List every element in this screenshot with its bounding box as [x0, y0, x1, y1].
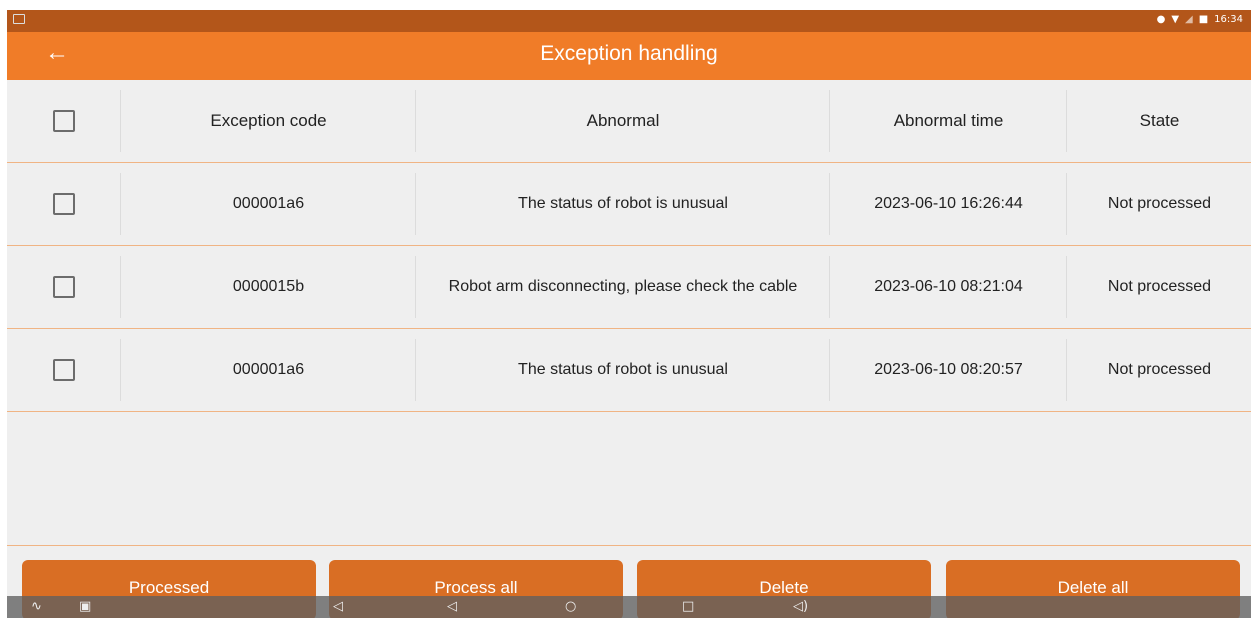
row-checkbox[interactable] [52, 359, 75, 381]
volume-up-icon[interactable]: ◁) [793, 598, 808, 616]
abnormal-description: The status of robot is unusual [415, 339, 830, 401]
page-title: Exception handling [540, 42, 718, 65]
header-abnormal: Abnormal [415, 90, 830, 152]
abnormal-description: The status of robot is unusual [415, 173, 830, 235]
exception-code: 000001a6 [120, 339, 416, 401]
wifi-icon: ▼ [1171, 14, 1180, 25]
volume-down-icon[interactable]: ◁ [333, 598, 343, 616]
state-label: Not processed [1066, 256, 1251, 318]
app-screen: ● ▼ ◢ ■ 16:34 ← Exception handling Excep… [7, 10, 1251, 618]
row-select-cell [7, 256, 120, 318]
home-icon[interactable]: ○ [565, 598, 576, 616]
signal-icon: ◢ [1185, 14, 1193, 25]
row-select-cell [7, 173, 120, 235]
battery-icon: ■ [1198, 14, 1209, 25]
abnormal-time: 2023-06-10 08:20:57 [829, 339, 1067, 401]
screenshot-icon[interactable]: ▣ [79, 598, 91, 616]
row-select-cell [7, 339, 120, 401]
row-checkbox[interactable] [52, 276, 75, 298]
abnormal-time: 2023-06-10 08:21:04 [829, 256, 1067, 318]
header-state: State [1066, 90, 1251, 152]
system-nav-bar: ∿ ▣ ◁ ◁ ○ □ ◁) [7, 596, 1251, 618]
abnormal-time: 2023-06-10 16:26:44 [829, 173, 1067, 235]
recents-icon[interactable]: □ [682, 598, 694, 616]
status-icons: ● ▼ ◢ ■ 16:34 [1157, 14, 1243, 26]
table-row[interactable]: 0000015b Robot arm disconnecting, please… [7, 246, 1251, 329]
table-row[interactable]: 000001a6 The status of robot is unusual … [7, 329, 1251, 412]
status-bar: ● ▼ ◢ ■ 16:34 [7, 10, 1251, 32]
select-all-checkbox[interactable] [52, 110, 75, 132]
exception-code: 000001a6 [120, 173, 416, 235]
exception-code: 0000015b [120, 256, 416, 318]
state-label: Not processed [1066, 339, 1251, 401]
status-time: 16:34 [1214, 14, 1243, 25]
chevron-down-icon[interactable]: ∿ [31, 598, 42, 616]
app-bar: ← Exception handling [7, 32, 1251, 80]
table-row[interactable]: 000001a6 The status of robot is unusual … [7, 163, 1251, 246]
abnormal-description: Robot arm disconnecting, please check th… [415, 256, 830, 318]
divider [7, 545, 1251, 546]
table-header: Exception code Abnormal Abnormal time St… [7, 80, 1251, 163]
header-abnormal-time: Abnormal time [829, 90, 1067, 152]
row-checkbox[interactable] [52, 193, 75, 215]
back-icon[interactable]: ◁ [447, 598, 457, 616]
select-all-cell [7, 90, 120, 152]
exception-table: Exception code Abnormal Abnormal time St… [7, 80, 1251, 412]
location-icon: ● [1156, 14, 1166, 25]
header-exception-code: Exception code [120, 90, 416, 152]
screen-icon [13, 14, 25, 24]
state-label: Not processed [1066, 173, 1251, 235]
